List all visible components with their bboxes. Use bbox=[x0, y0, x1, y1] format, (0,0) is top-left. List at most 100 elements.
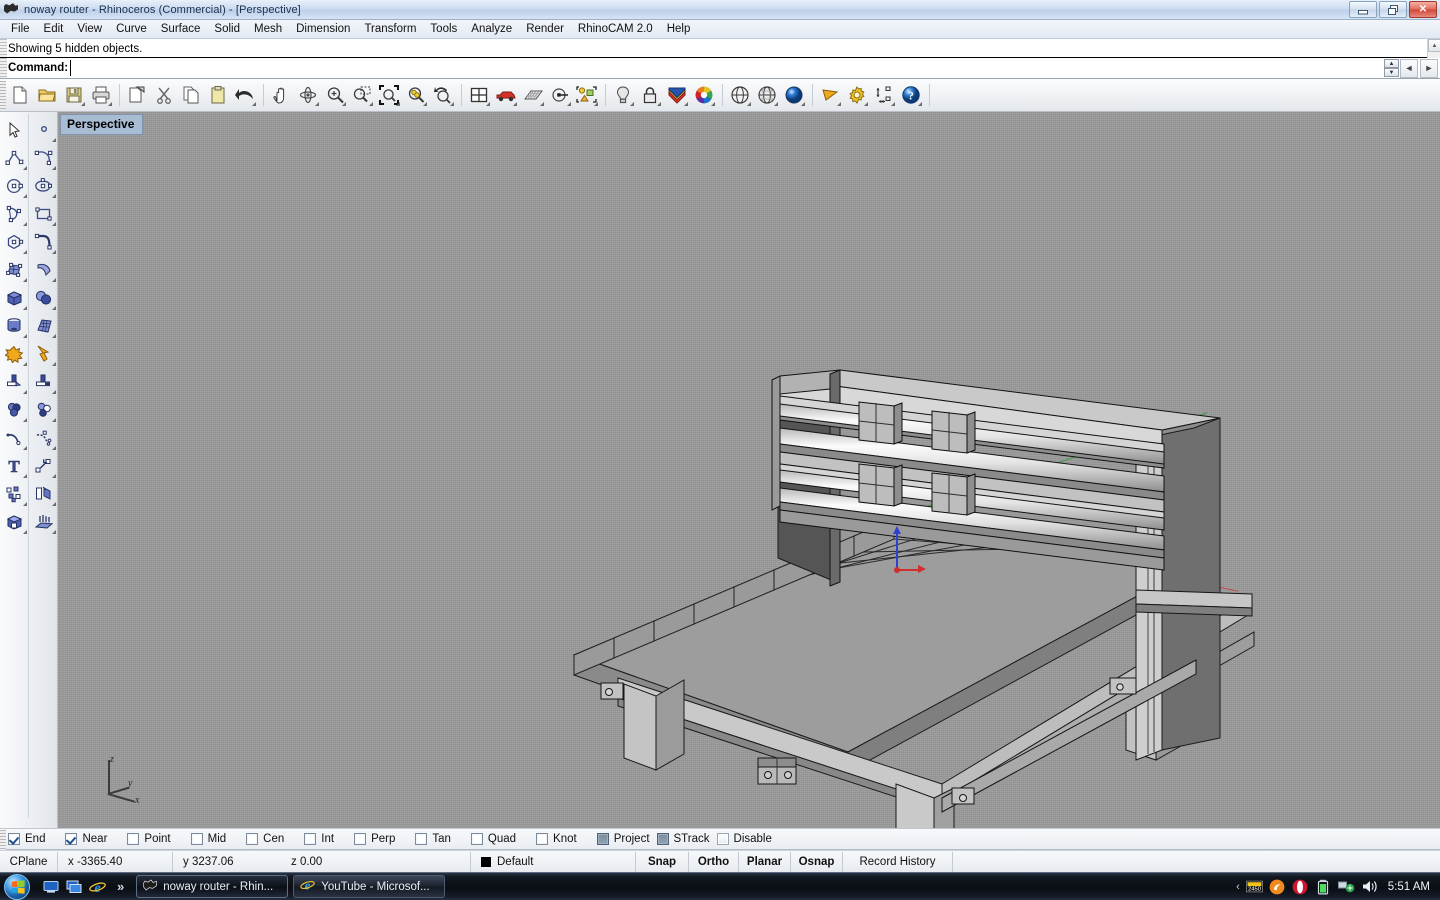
extrude-icon[interactable] bbox=[29, 508, 58, 536]
new-file-icon[interactable] bbox=[7, 82, 33, 108]
osnap-end[interactable]: End bbox=[8, 833, 45, 845]
zoom-selected-icon[interactable] bbox=[403, 82, 429, 108]
cylinder-icon[interactable] bbox=[0, 312, 29, 340]
save-file-icon[interactable] bbox=[61, 82, 87, 108]
menu-transform[interactable]: Transform bbox=[357, 21, 423, 37]
maximize-restore-button[interactable] bbox=[1379, 1, 1407, 18]
menu-analyze[interactable]: Analyze bbox=[464, 21, 519, 37]
mirror-icon[interactable] bbox=[29, 480, 58, 508]
array-icon[interactable] bbox=[0, 480, 29, 508]
show-desktop-icon[interactable] bbox=[42, 878, 60, 896]
paste-icon[interactable] bbox=[205, 82, 231, 108]
osnap-disable[interactable]: Disable bbox=[716, 833, 772, 845]
osnap-near[interactable]: Near bbox=[65, 833, 107, 845]
menu-view[interactable]: View bbox=[70, 21, 109, 37]
menu-tools[interactable]: Tools bbox=[423, 21, 464, 37]
opera-icon[interactable] bbox=[1292, 879, 1309, 895]
taskbar-item-rhino[interactable]: noway router - Rhin... bbox=[136, 875, 289, 898]
internet-explorer-icon[interactable]: e bbox=[88, 878, 106, 896]
counter-2450-icon[interactable]: 2450 bbox=[1245, 879, 1263, 895]
network-icon[interactable] bbox=[1337, 879, 1355, 895]
command-prev-icon[interactable]: ◄ bbox=[1400, 58, 1418, 78]
status-osnap-toggle[interactable]: Osnap bbox=[791, 851, 843, 872]
osnap-mid[interactable]: Mid bbox=[190, 833, 226, 845]
boolean-union-icon[interactable] bbox=[29, 284, 58, 312]
menu-rhinocam[interactable]: RhinoCAM 2.0 bbox=[571, 21, 660, 37]
command-input[interactable] bbox=[70, 60, 1384, 76]
color-wheel-icon[interactable] bbox=[691, 82, 717, 108]
osnap-project[interactable]: Project bbox=[596, 833, 650, 845]
mesh-icon[interactable] bbox=[29, 312, 58, 340]
menu-help[interactable]: Help bbox=[660, 21, 698, 37]
zoom-window-icon[interactable] bbox=[349, 82, 375, 108]
osnap-cen[interactable]: Cen bbox=[246, 833, 284, 845]
print-icon[interactable] bbox=[88, 82, 114, 108]
four-viewport-icon[interactable] bbox=[466, 82, 492, 108]
zoom-extents-icon[interactable] bbox=[376, 82, 402, 108]
menu-file[interactable]: File bbox=[4, 21, 37, 37]
scale-icon[interactable] bbox=[29, 452, 58, 480]
taskbar-clock[interactable]: 5:51 AM bbox=[1388, 881, 1430, 893]
dimension-icon[interactable] bbox=[871, 82, 897, 108]
minimize-button[interactable] bbox=[1349, 1, 1377, 18]
offset-curve-icon[interactable] bbox=[0, 424, 29, 452]
flat-shade-icon[interactable] bbox=[817, 82, 843, 108]
osnap-tan-checkbox[interactable] bbox=[415, 833, 428, 845]
scroll-up-icon[interactable]: ▲ bbox=[1428, 39, 1440, 52]
zoom-previous-icon[interactable] bbox=[430, 82, 456, 108]
osnap-int[interactable]: Int bbox=[304, 833, 334, 845]
arc-icon[interactable] bbox=[0, 200, 29, 228]
options-gear-icon[interactable] bbox=[844, 82, 870, 108]
light-bulb-icon[interactable] bbox=[610, 82, 636, 108]
menu-surface[interactable]: Surface bbox=[154, 21, 208, 37]
select-by-type-icon[interactable] bbox=[574, 82, 600, 108]
osnap-mid-checkbox[interactable] bbox=[190, 833, 203, 845]
status-record-history-toggle[interactable]: Record History bbox=[843, 851, 953, 872]
split-icon[interactable] bbox=[29, 368, 58, 396]
command-next-icon[interactable]: ► bbox=[1420, 58, 1438, 78]
osnap-tan[interactable]: Tan bbox=[415, 833, 451, 845]
orange-circle-icon[interactable] bbox=[1269, 879, 1286, 895]
start-button[interactable] bbox=[2, 873, 32, 900]
viewport-title[interactable]: Perspective bbox=[60, 114, 144, 135]
curve-from-object-icon[interactable] bbox=[29, 424, 58, 452]
boolean-split-icon[interactable] bbox=[29, 340, 58, 368]
explode-icon[interactable] bbox=[0, 340, 29, 368]
polyline-icon[interactable] bbox=[0, 144, 29, 172]
command-spin-down-icon[interactable]: ▼ bbox=[1384, 68, 1399, 77]
osnap-perp[interactable]: Perp bbox=[354, 833, 395, 845]
menu-curve[interactable]: Curve bbox=[109, 21, 154, 37]
point-object-icon[interactable] bbox=[29, 116, 58, 144]
text-icon[interactable]: T bbox=[0, 452, 29, 480]
menu-mesh[interactable]: Mesh bbox=[247, 21, 289, 37]
volume-icon[interactable] bbox=[1361, 879, 1378, 895]
layers-icon[interactable] bbox=[664, 82, 690, 108]
fillet-curve-icon[interactable] bbox=[29, 228, 58, 256]
switch-window-icon[interactable] bbox=[65, 878, 83, 896]
osnap-disable-toggle[interactable] bbox=[716, 833, 729, 845]
osnap-cen-checkbox[interactable] bbox=[246, 833, 259, 845]
osnap-perp-checkbox[interactable] bbox=[354, 833, 367, 845]
object-snap-car-icon[interactable] bbox=[493, 82, 519, 108]
polygon-icon[interactable] bbox=[0, 228, 29, 256]
menu-dimension[interactable]: Dimension bbox=[289, 21, 357, 37]
osnap-point[interactable]: Point bbox=[127, 833, 171, 845]
cut-icon[interactable] bbox=[151, 82, 177, 108]
open-file-icon[interactable] bbox=[34, 82, 60, 108]
osnap-int-checkbox[interactable] bbox=[304, 833, 317, 845]
select-arrow-icon[interactable] bbox=[0, 116, 29, 144]
status-layer[interactable]: Default bbox=[471, 851, 636, 872]
trim-icon[interactable] bbox=[0, 368, 29, 396]
osnap-near-checkbox[interactable] bbox=[65, 833, 78, 845]
boolean-intersection-icon[interactable] bbox=[29, 396, 58, 424]
menu-solid[interactable]: Solid bbox=[207, 21, 247, 37]
grid-plane-icon[interactable] bbox=[520, 82, 546, 108]
taskbar-item-youtube[interactable]: e YouTube - Microsof... bbox=[293, 875, 446, 898]
osnap-strack[interactable]: STrack bbox=[656, 833, 710, 845]
curve-through-points-icon[interactable] bbox=[29, 144, 58, 172]
cap-planar-holes-icon[interactable] bbox=[0, 508, 29, 536]
osnap-quad-checkbox[interactable] bbox=[470, 833, 483, 845]
quick-launch-overflow-icon[interactable]: » bbox=[117, 879, 124, 894]
menu-render[interactable]: Render bbox=[519, 21, 571, 37]
ellipse-icon[interactable] bbox=[29, 172, 58, 200]
